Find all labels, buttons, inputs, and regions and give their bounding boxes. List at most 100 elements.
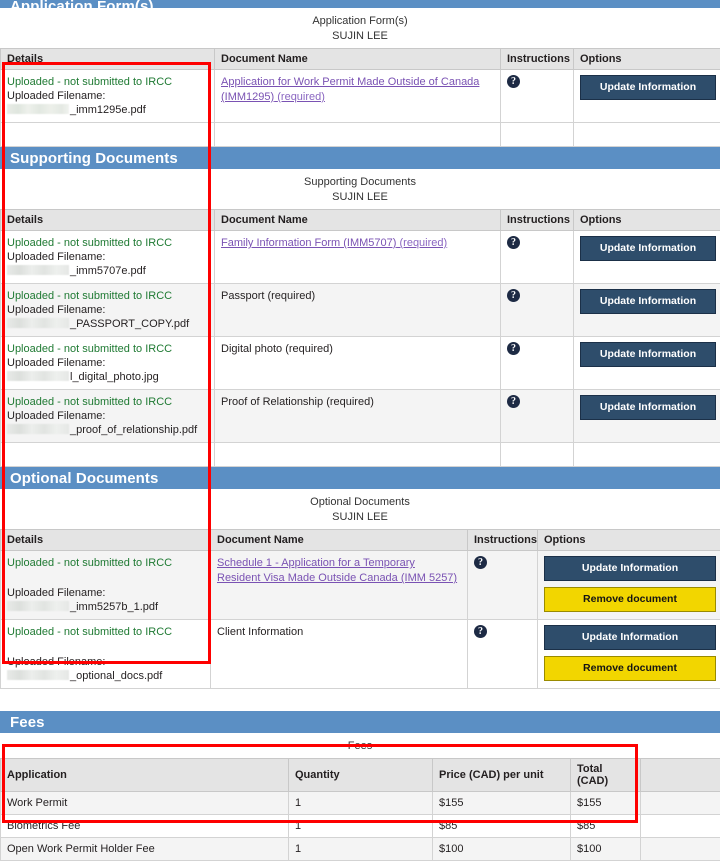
table-row: Uploaded - not submitted to IRCC Uploade… [1,70,720,123]
question-mark-icon[interactable]: ? [507,75,520,88]
cell-filler [641,838,720,861]
update-information-button[interactable]: Update Information [580,342,716,367]
table-row-spacer [1,443,720,467]
cell-instructions: ? [501,231,574,284]
table-caption-supporting-documents: Supporting Documents SUJIN LEE [0,169,720,209]
section-gap [0,689,720,711]
filename-label: Uploaded Filename: [7,586,204,600]
question-mark-icon[interactable]: ? [507,236,520,249]
column-header-instructions: Instructions [501,49,574,70]
cell-price: $85 [433,815,571,838]
update-information-button[interactable]: Update Information [580,75,716,100]
column-header-document-name: Document Name [215,210,501,231]
section-header-fees: Fees [0,711,720,733]
cell-options: Update Information Remove document [538,551,720,620]
document-name-link[interactable]: Family Information Form (IMM5707) (requi… [221,236,494,251]
cell-total: $85 [571,815,641,838]
section-title-application-forms: Application Form(s) [10,0,154,8]
cell-price: $100 [433,838,571,861]
uploaded-filename: _imm5707e.pdf [7,264,208,278]
caption-title: Fees [348,740,372,752]
applicant-name: SUJIN LEE [0,29,720,44]
cell-instructions: ? [501,390,574,443]
table-row: Work Permit 1 $155 $155 [1,792,720,815]
table-optional-documents: Details Document Name Instructions Optio… [0,529,720,689]
cell-document-name: Client Information [211,620,468,689]
cell-instructions: ? [501,337,574,390]
table-caption-application-forms: Application Form(s) SUJIN LEE [0,8,720,48]
cell-document-name: Family Information Form (IMM5707) (requi… [215,231,501,284]
caption-title: Optional Documents [310,496,410,508]
upload-status: Uploaded - not submitted to IRCC [7,556,204,570]
column-header-document-name: Document Name [211,530,468,551]
question-mark-icon[interactable]: ? [474,556,487,569]
table-row: Uploaded - not submitted to IRCC Uploade… [1,620,720,689]
cell-spacer [1,123,215,147]
cell-application: Work Permit [1,792,289,815]
cell-price: $155 [433,792,571,815]
update-information-button[interactable]: Update Information [580,236,716,261]
remove-document-button[interactable]: Remove document [544,656,716,681]
redacted-name-icon [7,265,69,275]
filename-label: Uploaded Filename: [7,303,208,317]
cell-details: Uploaded - not submitted to IRCC Uploade… [1,390,215,443]
table-header-row: Details Document Name Instructions Optio… [1,530,720,551]
update-information-button[interactable]: Update Information [580,289,716,314]
document-name-link[interactable]: Application for Work Permit Made Outside… [221,75,494,105]
upload-status: Uploaded - not submitted to IRCC [7,75,208,89]
uploaded-filename: _imm1295e.pdf [7,103,208,117]
column-header-filler [641,759,720,792]
cell-details: Uploaded - not submitted to IRCC Uploade… [1,231,215,284]
cell-spacer [501,123,574,147]
update-information-button[interactable]: Update Information [544,625,716,650]
uploaded-filename: _optional_docs.pdf [7,669,204,683]
cell-instructions: ? [468,620,538,689]
question-mark-icon[interactable]: ? [507,289,520,302]
question-mark-icon[interactable]: ? [507,395,520,408]
remove-document-button[interactable]: Remove document [544,587,716,612]
cell-options: Update Information [574,284,720,337]
question-mark-icon[interactable]: ? [507,342,520,355]
section-title-supporting-documents: Supporting Documents [10,150,178,167]
table-header-row: Details Document Name Instructions Optio… [1,49,720,70]
cell-details: Uploaded - not submitted to IRCC Uploade… [1,337,215,390]
table-caption-optional-documents: Optional Documents SUJIN LEE [0,489,720,529]
table-row: Uploaded - not submitted to IRCC Uploade… [1,337,720,390]
section-header-optional-documents: Optional Documents [0,467,720,489]
table-row: Uploaded - not submitted to IRCC Uploade… [1,284,720,337]
applicant-name: SUJIN LEE [0,510,720,525]
filename-label: Uploaded Filename: [7,250,208,264]
cell-details: Uploaded - not submitted to IRCC Uploade… [1,551,211,620]
cell-spacer [1,443,215,467]
redacted-name-icon [7,318,69,328]
cell-details: Uploaded - not submitted to IRCC Uploade… [1,284,215,337]
filename-label: Uploaded Filename: [7,89,208,103]
cell-spacer [574,123,720,147]
cell-spacer [501,443,574,467]
cell-options: Update Information [574,337,720,390]
update-information-button[interactable]: Update Information [544,556,716,581]
redacted-name-icon [7,104,69,114]
document-name-link[interactable]: Schedule 1 - Application for a Temporary… [217,556,461,586]
cell-spacer [215,443,501,467]
cell-spacer [574,443,720,467]
upload-status: Uploaded - not submitted to IRCC [7,342,208,356]
update-information-button[interactable]: Update Information [580,395,716,420]
cell-application: Open Work Permit Holder Fee [1,838,289,861]
upload-status: Uploaded - not submitted to IRCC [7,625,204,639]
column-header-application: Application [1,759,289,792]
upload-status: Uploaded - not submitted to IRCC [7,395,208,409]
cell-total: $100 [571,838,641,861]
column-header-details: Details [1,530,211,551]
cell-instructions: ? [468,551,538,620]
filename-label: Uploaded Filename: [7,655,204,669]
cell-instructions: ? [501,70,574,123]
redacted-name-icon [7,601,69,611]
question-mark-icon[interactable]: ? [474,625,487,638]
table-row-spacer [1,123,720,147]
cell-application: Biometrics Fee [1,815,289,838]
cell-details: Uploaded - not submitted to IRCC Uploade… [1,620,211,689]
cell-options: Update Information [574,70,720,123]
cell-details: Uploaded - not submitted to IRCC Uploade… [1,70,215,123]
table-application-forms: Details Document Name Instructions Optio… [0,48,720,147]
